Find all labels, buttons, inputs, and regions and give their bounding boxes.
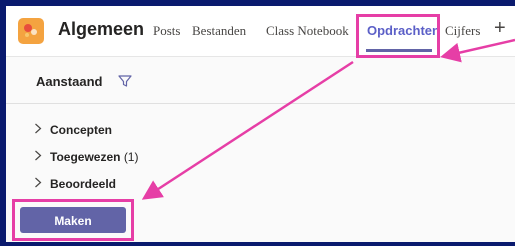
- filter-label[interactable]: Aanstaand: [36, 74, 102, 89]
- tab-posts[interactable]: Posts: [153, 23, 180, 39]
- teams-window: Algemeen Posts Bestanden Class Notebook …: [6, 6, 515, 242]
- create-assignment-button[interactable]: Maken: [20, 207, 126, 233]
- filter-bar: Aanstaand: [6, 57, 515, 104]
- group-label: Concepten: [50, 123, 113, 137]
- chevron-right-icon: [34, 123, 44, 137]
- chevron-right-icon: [34, 150, 44, 164]
- group-concepten[interactable]: Concepten: [34, 123, 112, 137]
- tab-cijfers[interactable]: Cijfers: [445, 23, 480, 39]
- group-toegewezen[interactable]: Toegewezen (1): [34, 150, 138, 164]
- group-label: Toegewezen: [50, 150, 121, 164]
- chevron-right-icon: [34, 177, 44, 191]
- group-label: Beoordeeld: [50, 177, 117, 191]
- team-avatar[interactable]: [18, 18, 44, 44]
- team-name: Algemeen: [58, 19, 145, 39]
- tab-class-notebook[interactable]: Class Notebook: [266, 23, 349, 39]
- filter-icon[interactable]: [118, 74, 132, 93]
- group-count: (1): [123, 150, 139, 164]
- add-tab-button[interactable]: +: [494, 17, 506, 40]
- highlight-box-create: Maken: [12, 199, 134, 241]
- group-beoordeeld[interactable]: Beoordeeld: [34, 177, 116, 191]
- tab-bestanden[interactable]: Bestanden: [192, 23, 246, 39]
- highlight-box-tab: [356, 14, 440, 58]
- team-logo-icon: [24, 24, 37, 37]
